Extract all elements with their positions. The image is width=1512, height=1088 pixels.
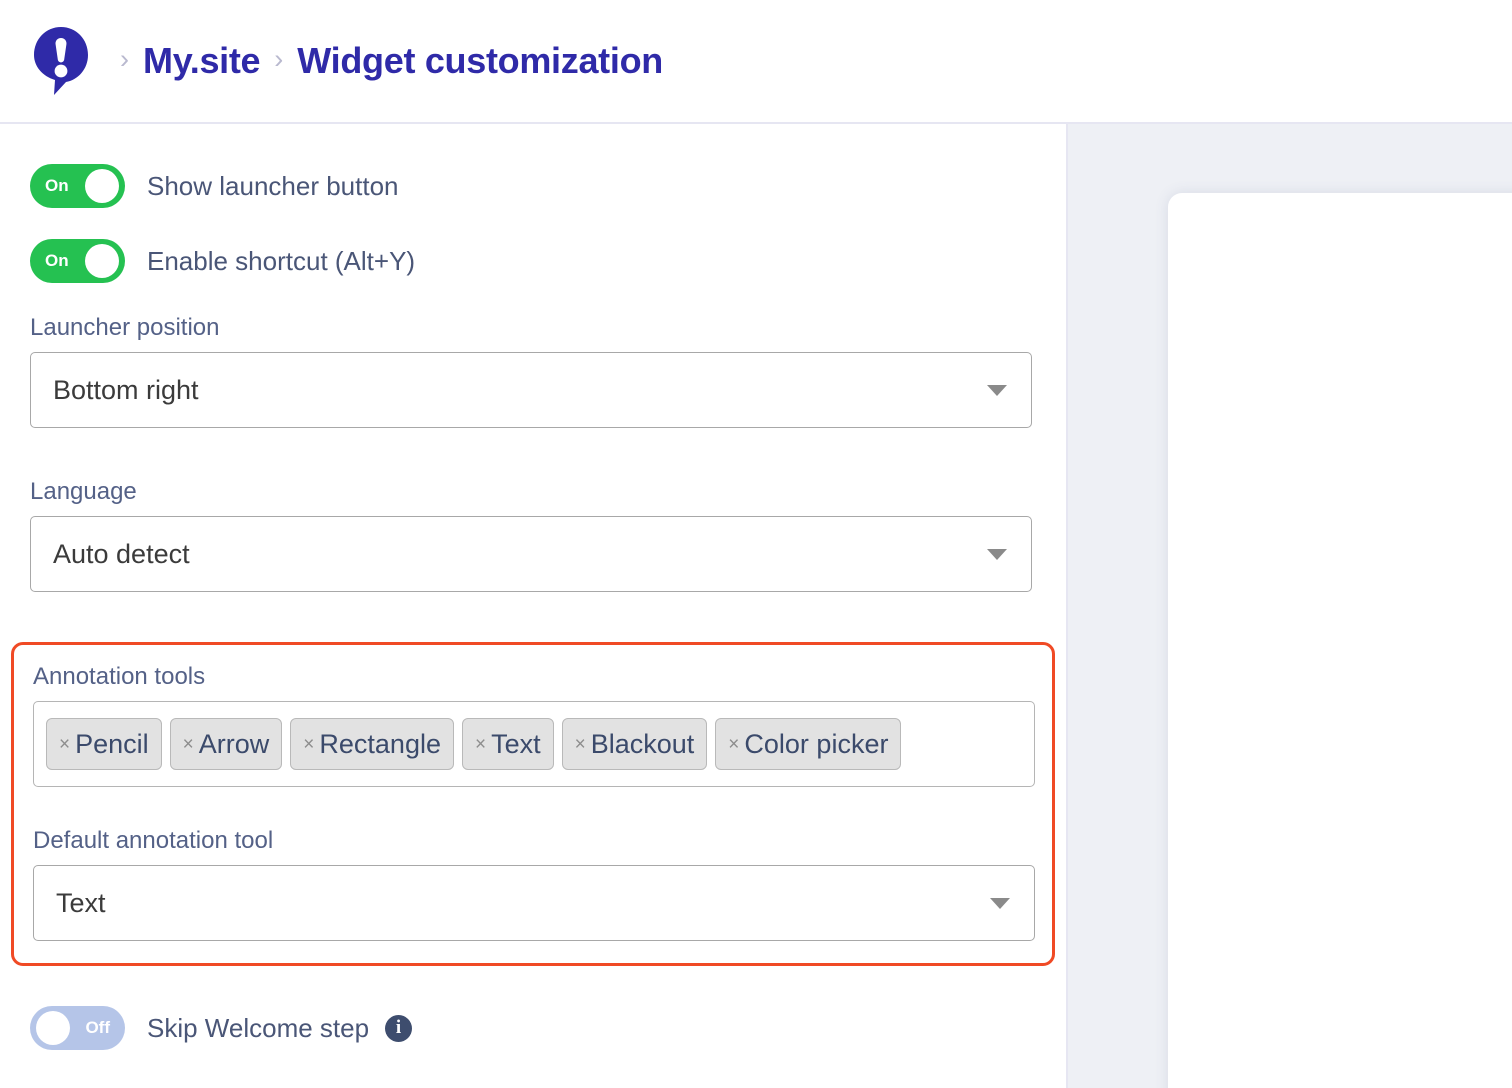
chevron-down-icon [990, 897, 1010, 909]
label-enable-shortcut: Enable shortcut (Alt+Y) [147, 245, 416, 276]
label-show-launcher-button: Show launcher button [147, 170, 399, 201]
breadcrumb-separator-1: › [120, 43, 129, 74]
chip-label: Pencil [75, 728, 149, 759]
chip-blackout[interactable]: × Blackout [561, 718, 708, 770]
toggle-skip-welcome-step[interactable]: Off [30, 1006, 125, 1050]
setting-row-enable-shortcut: On Enable shortcut (Alt+Y) [30, 239, 1036, 283]
settings-pane: On Show launcher button On Enable shortc… [0, 124, 1066, 1088]
close-icon[interactable]: × [475, 735, 486, 754]
preview-pane [1066, 124, 1512, 1088]
breadcrumb-item-my-site[interactable]: My.site [143, 40, 261, 82]
select-launcher-position[interactable]: Bottom right [30, 352, 1032, 428]
close-icon[interactable]: × [728, 735, 739, 754]
toggle-enable-shortcut[interactable]: On [30, 239, 125, 283]
breadcrumb-separator-2: › [274, 43, 284, 74]
breadcrumb-item-widget-customization[interactable]: Widget customization [297, 40, 663, 82]
toggle-knob [36, 1011, 70, 1045]
chip-color-picker[interactable]: × Color picker [715, 718, 902, 770]
close-icon[interactable]: × [183, 735, 194, 754]
chip-pencil[interactable]: × Pencil [46, 718, 162, 770]
select-language-value: Auto detect [53, 538, 190, 569]
chip-label: Rectangle [319, 728, 441, 759]
chevron-down-icon [987, 548, 1007, 560]
info-circle-icon[interactable]: i [385, 1014, 413, 1042]
select-launcher-position-value: Bottom right [53, 374, 199, 405]
chip-label: Arrow [198, 728, 270, 759]
field-launcher-position: Launcher position Bottom right [30, 314, 1036, 428]
page-body: On Show launcher button On Enable shortc… [0, 124, 1512, 1088]
label-annotation-tools: Annotation tools [33, 663, 206, 690]
preview-card [1168, 193, 1512, 1088]
speech-bubble-exclamation-logo [30, 25, 92, 97]
widget-customization-page: › My.site › Widget customization On Show… [0, 0, 1512, 1088]
select-default-annotation-tool-value: Text [56, 887, 106, 918]
toggle-state-label: Off [85, 1018, 110, 1037]
breadcrumb: › My.site › Widget customization [106, 40, 663, 82]
setting-row-show-launcher-button: On Show launcher button [30, 164, 1036, 208]
close-icon[interactable]: × [575, 735, 586, 754]
page-header: › My.site › Widget customization [0, 0, 1512, 124]
label-default-annotation-tool: Default annotation tool [33, 827, 274, 854]
label-language: Language [30, 478, 137, 505]
close-icon[interactable]: × [59, 735, 70, 754]
label-skip-welcome-step: Skip Welcome step [147, 1012, 370, 1043]
chip-rectangle[interactable]: × Rectangle [290, 718, 454, 770]
toggle-show-launcher-button[interactable]: On [30, 164, 125, 208]
field-language: Language Auto detect [30, 478, 1036, 592]
select-language[interactable]: Auto detect [30, 516, 1032, 592]
setting-row-skip-welcome-step: Off Skip Welcome step i [30, 1006, 1036, 1050]
toggle-knob [85, 244, 119, 278]
chip-label: Color picker [744, 728, 889, 759]
toggle-knob [85, 169, 119, 203]
chevron-down-icon [987, 384, 1007, 396]
select-default-annotation-tool[interactable]: Text [33, 865, 1035, 941]
label-launcher-position: Launcher position [30, 314, 220, 341]
chip-label: Blackout [590, 728, 695, 759]
annotation-settings-highlight: Annotation tools × Pencil × Arrow × Rect… [11, 642, 1055, 966]
toggle-state-label: On [45, 176, 69, 195]
annotation-tools-multiselect[interactable]: × Pencil × Arrow × Rectangle × Text × Bl… [33, 701, 1035, 787]
close-icon[interactable]: × [303, 735, 314, 754]
toggle-state-label: On [45, 251, 69, 270]
chip-arrow[interactable]: × Arrow [169, 718, 283, 770]
chip-label: Text [491, 728, 541, 759]
chip-text[interactable]: × Text [461, 718, 554, 770]
